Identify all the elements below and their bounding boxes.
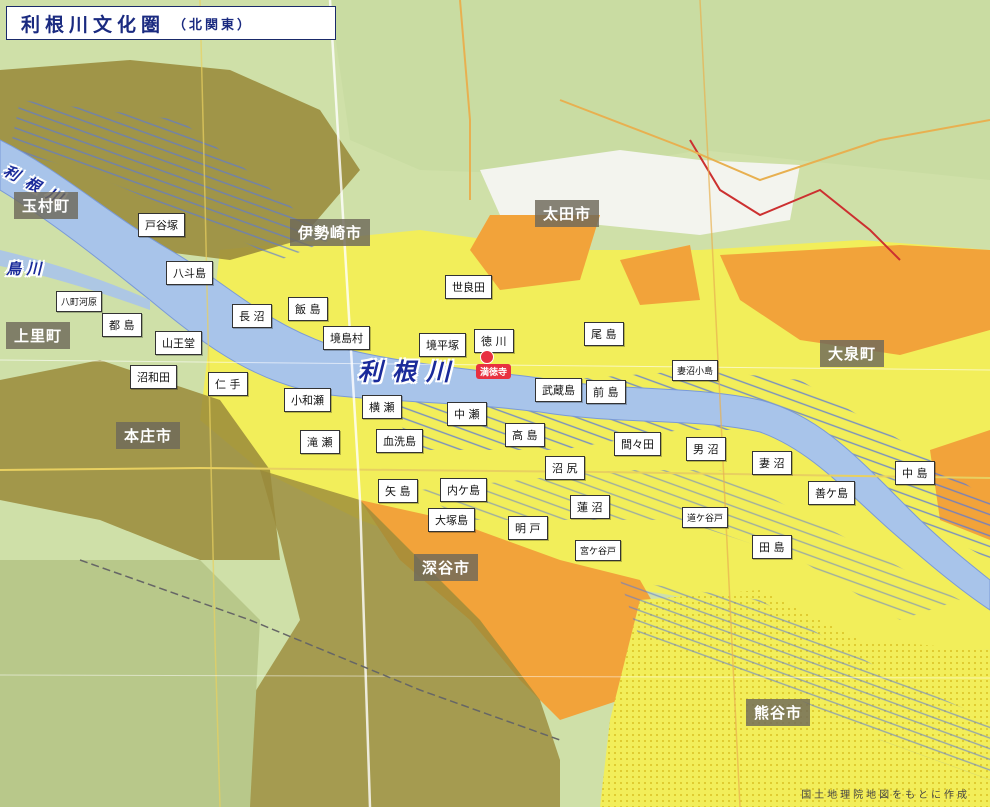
city-label-isesaki: 伊勢崎市	[290, 219, 371, 246]
village-label-nakaze: 中 瀬	[447, 402, 487, 426]
map-base-layer	[0, 0, 990, 807]
temple-marker-icon[interactable]	[480, 350, 494, 364]
village-label-tajima: 田 島	[752, 535, 792, 559]
village-label-takise: 滝 瀬	[300, 430, 340, 454]
village-label-toyazuka: 戸谷塚	[138, 213, 185, 237]
village-label-hattojima: 八斗島	[166, 261, 213, 285]
village-label-sannodo: 山王堂	[155, 331, 202, 355]
village-label-maejima: 前 島	[586, 380, 626, 404]
city-label-ota: 太田市	[535, 200, 600, 227]
village-label-iijima: 飯 島	[288, 297, 328, 321]
map-canvas[interactable]: 利根川文化圏 （北関東） 利根川 利 根 川 鳥 川 玉村町 上里町 本庄市 伊…	[0, 0, 990, 807]
city-label-oizumi: 大泉町	[820, 340, 885, 367]
village-label-tsumanumakojima: 妻沼小島	[672, 360, 719, 381]
village-label-mamada: 間々田	[614, 432, 661, 456]
village-label-nakajima: 中 島	[895, 461, 935, 485]
village-label-sakaihiratsuka: 境平塚	[419, 333, 466, 357]
river-label-tone: 利根川	[358, 358, 460, 386]
village-label-chiarai: 血洗島	[376, 429, 423, 453]
village-label-nagasaki: 長 沼	[232, 304, 272, 328]
village-label-numawada: 沼和田	[130, 365, 177, 389]
map-subtitle: （北関東）	[173, 17, 254, 33]
village-label-takashima: 高 島	[505, 423, 545, 447]
city-label-kamisato: 上里町	[6, 322, 71, 349]
village-label-otsukajima: 大塚島	[428, 508, 475, 532]
city-label-honjo: 本庄市	[116, 422, 181, 449]
village-label-musashijima: 武蔵島	[535, 378, 582, 402]
map-title-box: 利根川文化圏 （北関東）	[6, 6, 336, 40]
map-title: 利根川文化圏	[21, 13, 166, 36]
village-label-kowase: 小和瀬	[284, 388, 331, 412]
village-label-tokugawa: 徳 川	[474, 329, 514, 353]
village-label-menuma: 妻 沼	[752, 451, 792, 475]
city-label-tamamura: 玉村町	[14, 192, 79, 219]
village-label-hacchogawara: 八町河原	[56, 291, 103, 312]
village-label-miyagayato: 宮ケ谷戸	[575, 540, 622, 561]
village-label-uchigashima: 内ケ島	[440, 478, 487, 502]
village-label-yokose: 横 瀬	[362, 395, 402, 419]
village-label-tojima: 都 島	[102, 313, 142, 337]
village-label-onuma: 男 沼	[686, 437, 726, 461]
river-label-karasu: 鳥 川	[6, 260, 42, 278]
village-label-numajiri: 沼 尻	[545, 456, 585, 480]
village-label-sakaijimamura: 境島村	[323, 326, 370, 350]
temple-label-mantokuji: 満徳寺	[476, 364, 512, 379]
map-credit: 国土地理院地図をもとに作成	[801, 790, 970, 801]
village-label-zengashima: 善ケ島	[808, 481, 855, 505]
village-label-doganto: 道ケ谷戸	[682, 507, 729, 528]
village-label-yajima: 矢 島	[378, 479, 418, 503]
village-label-hasunuma: 蓮 沼	[570, 495, 610, 519]
city-label-fukaya: 深谷市	[414, 554, 479, 581]
village-label-serada: 世良田	[445, 275, 492, 299]
city-label-kumagaya: 熊谷市	[746, 699, 811, 726]
village-label-ojima: 尾 島	[584, 322, 624, 346]
village-label-nite: 仁 手	[208, 372, 248, 396]
village-label-myoto: 明 戸	[508, 516, 548, 540]
